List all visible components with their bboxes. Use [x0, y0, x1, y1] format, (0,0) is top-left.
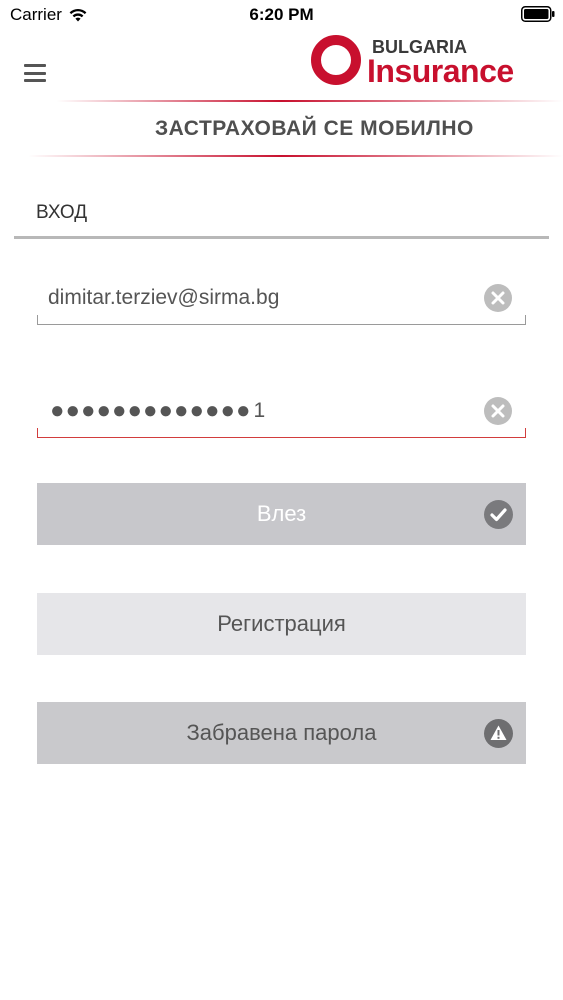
login-section-title: ВХОД [36, 202, 88, 223]
hamburger-menu-icon[interactable] [24, 64, 46, 82]
password-field[interactable]: ●●●●●●●●●●●●● 1 [37, 385, 526, 438]
clear-circle-icon[interactable] [484, 397, 512, 425]
login-button[interactable]: Влез [37, 483, 526, 545]
status-bar: Carrier 6:20 PM [0, 0, 563, 30]
password-masked: ●●●●●●●●●●●●● [50, 397, 252, 424]
section-divider [14, 236, 549, 239]
slogan: ЗАСТРАХОВАЙ СЕ МОБИЛНО [155, 117, 474, 140]
email-value: dimitar.terziev@sirma.bg [48, 286, 280, 309]
forgot-password-button[interactable]: Забравена парола [37, 702, 526, 764]
status-time: 6:20 PM [249, 5, 314, 24]
register-button[interactable]: Регистрация [37, 593, 526, 655]
warning-circle-icon [484, 719, 513, 748]
logo-ring-icon [311, 35, 361, 85]
email-field[interactable]: dimitar.terziev@sirma.bg [37, 272, 526, 325]
register-button-label: Регистрация [217, 611, 346, 636]
password-last-char: 1 [253, 399, 266, 422]
login-button-label: Влез [256, 501, 307, 526]
checkmark-circle-icon [484, 500, 513, 529]
clear-circle-icon[interactable] [484, 284, 512, 312]
logo-bottom-text: Insurance [367, 53, 514, 89]
header-divider-top [0, 100, 563, 102]
battery-icon [521, 6, 555, 22]
password-value: ●●●●●●●●●●●●● 1 [50, 397, 265, 425]
header-divider-bottom [0, 155, 563, 157]
bulgaria-insurance-logo: BULGARIA Insurance [310, 34, 520, 90]
forgot-password-label: Забравена парола [186, 720, 377, 745]
